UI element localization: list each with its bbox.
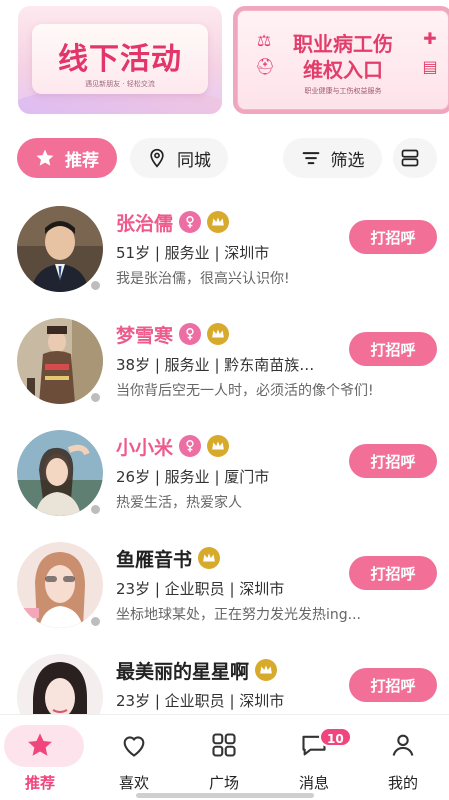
filter-chip[interactable]: 筛选 — [283, 138, 382, 178]
home-indicator[interactable] — [136, 793, 314, 798]
user-meta: 23岁 | 企业职员 | 深圳市 — [116, 580, 285, 598]
greet-button[interactable]: 打招呼 — [349, 220, 437, 254]
location-pin-icon — [150, 148, 164, 168]
name-row: 梦雪寒 — [116, 320, 230, 348]
greet-button[interactable]: 打招呼 — [349, 668, 437, 702]
greet-button[interactable]: 打招呼 — [349, 556, 437, 590]
user-name: 鱼雁音书 — [116, 548, 193, 571]
unread-count-badge: 10 — [319, 727, 352, 747]
offline-events-subtitle: 遇见新朋友 · 轻松交流 — [85, 80, 155, 88]
star-icon — [36, 149, 54, 166]
user-name: 小小米 — [116, 436, 174, 459]
injury-banner-title-line1: 职业病工伤 — [293, 32, 393, 56]
nav-item-square[interactable]: 广场 — [184, 715, 264, 795]
same-city-chip[interactable]: 同城 — [130, 138, 228, 178]
user-card[interactable]: 小小米 26岁 | 服务业 | 厦门市 热爱生活，热爱家人 打招呼 — [0, 430, 449, 542]
greet-button[interactable]: 打招呼 — [349, 332, 437, 366]
bottom-nav: 推荐 喜欢 广场 10 消息 我的 — [0, 714, 449, 800]
nav-label: 广场 — [208, 774, 239, 792]
avatar[interactable] — [17, 318, 103, 404]
user-bio: 我是张治儒，很高兴认识你! — [116, 271, 290, 287]
user-name: 最美丽的星星啊 — [116, 660, 250, 683]
grid-icon — [212, 733, 236, 757]
online-status-dot — [89, 503, 102, 516]
filter-label: 筛选 — [330, 150, 365, 171]
user-bio: 坐标地球某处，正在努力发光发热ing... — [116, 607, 361, 623]
layout-toggle-button[interactable] — [393, 138, 437, 178]
avatar[interactable] — [17, 542, 103, 628]
online-status-dot — [89, 279, 102, 292]
avatar[interactable] — [17, 430, 103, 516]
name-row: 最美丽的星星啊 — [116, 656, 278, 684]
nav-item-recommend[interactable]: 推荐 — [0, 715, 84, 795]
crown-icon — [198, 547, 221, 569]
user-name: 张治儒 — [116, 212, 174, 235]
recommend-label: 推荐 — [65, 150, 99, 171]
crown-icon — [207, 211, 230, 233]
injury-banner-title-line2: 维权入口 — [303, 58, 383, 82]
user-meta: 38岁 | 服务业 | 黔东南苗族… — [116, 356, 315, 374]
filter-bar: 推荐 同城 筛选 — [0, 138, 449, 180]
online-status-dot — [89, 615, 102, 628]
nav-item-like[interactable]: 喜欢 — [94, 715, 174, 795]
crown-icon — [207, 323, 230, 345]
user-bio: 当你背后空无一人时，必须活的像个爷们! — [116, 383, 374, 399]
nav-label: 消息 — [298, 774, 329, 792]
gender-badge-icon — [179, 435, 202, 457]
filter-icon — [302, 152, 319, 165]
same-city-label: 同城 — [177, 150, 211, 171]
name-row: 鱼雁音书 — [116, 544, 221, 572]
nav-label: 我的 — [387, 774, 418, 792]
user-meta: 26岁 | 服务业 | 厦门市 — [116, 468, 270, 486]
user-bio: 热爱生活，热爱家人 — [116, 495, 242, 511]
name-row: 张治儒 — [116, 208, 230, 236]
nav-item-me[interactable]: 我的 — [363, 715, 443, 795]
gender-badge-icon — [179, 211, 202, 233]
user-card[interactable]: 鱼雁音书 23岁 | 企业职员 | 深圳市 坐标地球某处，正在努力发光发热ing… — [0, 542, 449, 654]
offline-events-banner[interactable]: 线下活动 遇见新朋友 · 轻松交流 — [18, 6, 222, 114]
name-row: 小小米 — [116, 432, 230, 460]
nav-item-messages[interactable]: 10 消息 — [274, 715, 354, 795]
online-status-dot — [89, 391, 102, 404]
greet-button[interactable]: 打招呼 — [349, 444, 437, 478]
nav-label: 喜欢 — [118, 774, 149, 792]
banner-area: 线下活动 遇见新朋友 · 轻松交流 ⚖ ✚ ⛑ ▤ 职业病工伤 维权入口 职业健… — [18, 6, 449, 116]
avatar[interactable] — [17, 206, 103, 292]
user-card[interactable]: 梦雪寒 38岁 | 服务业 | 黔东南苗族… 当你背后空无一人时，必须活的像个爷… — [0, 318, 449, 430]
gender-badge-icon — [179, 323, 202, 345]
recommend-chip[interactable]: 推荐 — [17, 138, 117, 178]
crown-icon — [207, 435, 230, 457]
person-icon — [392, 734, 414, 756]
injury-banner-subtitle: 职业健康与工伤权益服务 — [304, 87, 382, 95]
layout-icon — [401, 149, 419, 167]
user-name: 梦雪寒 — [116, 324, 174, 347]
crown-icon — [255, 659, 278, 681]
occupational-injury-banner[interactable]: ⚖ ✚ ⛑ ▤ 职业病工伤 维权入口 职业健康与工伤权益服务 — [233, 6, 449, 114]
user-card[interactable]: 张治儒 51岁 | 服务业 | 深圳市 我是张治儒，很高兴认识你! 打招呼 — [0, 206, 449, 318]
user-meta: 51岁 | 服务业 | 深圳市 — [116, 244, 270, 262]
offline-events-title: 线下活动 — [58, 42, 182, 77]
user-meta: 23岁 | 企业职员 | 深圳市 — [116, 692, 285, 710]
nav-label: 推荐 — [24, 774, 55, 792]
heart-icon — [123, 736, 145, 757]
star-icon — [28, 733, 52, 756]
